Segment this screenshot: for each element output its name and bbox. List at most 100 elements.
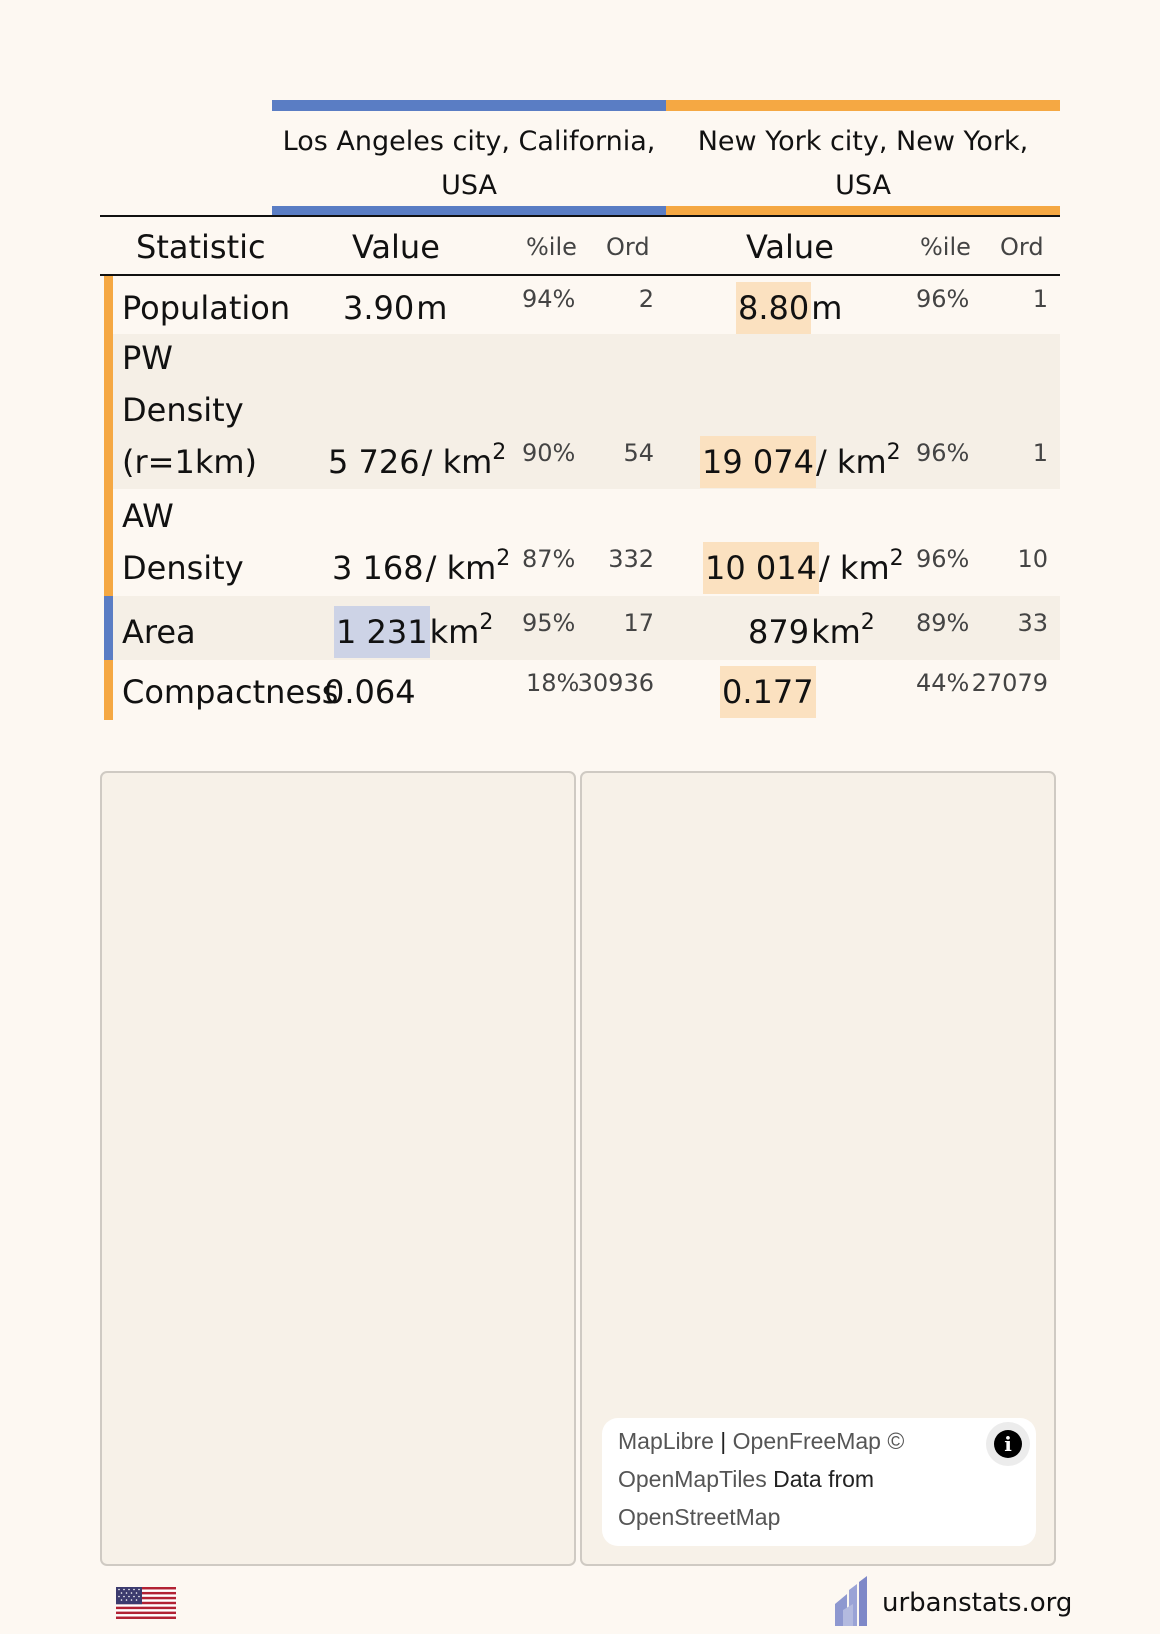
- value-unit-exponent: 2: [496, 546, 511, 571]
- ordinal-la-area[interactable]: 17: [590, 608, 654, 638]
- value-unit: / km: [425, 549, 497, 587]
- value-number: 19 074: [700, 436, 816, 488]
- ordinal-ny-pw-density[interactable]: 1: [984, 438, 1048, 468]
- col-header-value-la: Value: [352, 228, 440, 266]
- row-stripe-aw-density: [104, 489, 113, 596]
- value-la-area: 1 231km2: [334, 606, 493, 658]
- value-unit-exponent: 2: [860, 610, 875, 635]
- value-unit: / km: [421, 443, 493, 481]
- value-unit: m: [416, 289, 448, 327]
- value-unit: / km: [815, 443, 887, 481]
- map-attribution: MapLibre | OpenFreeMap © OpenMapTiles Da…: [602, 1418, 1036, 1546]
- percentile-ny-population: 96%: [916, 285, 970, 313]
- header-bottom-rule: [100, 274, 1060, 276]
- ordinal-ny-area[interactable]: 33: [984, 608, 1048, 638]
- value-la-compactness: 0.064: [322, 666, 418, 718]
- city-name-ny[interactable]: New York city, New York, USA: [666, 120, 1060, 208]
- ordinal-la-pw-density[interactable]: 54: [590, 438, 654, 468]
- attribution-copyright: ©: [880, 1428, 911, 1454]
- col-header-ordinal-la: Ord: [606, 233, 650, 261]
- value-number: 5 726: [328, 443, 420, 481]
- city-name-la-line2: USA: [441, 170, 497, 201]
- value-la-population: 3.90m: [341, 282, 447, 334]
- stat-label-line: PW: [122, 339, 173, 377]
- value-ny-population: 8.80m: [736, 282, 842, 334]
- ordinal-ny-population[interactable]: 1: [984, 284, 1048, 314]
- attribution-osm-link[interactable]: OpenStreetMap: [618, 1504, 780, 1530]
- row-stripe-compactness: [104, 660, 113, 720]
- col-header-statistic[interactable]: Statistic: [136, 226, 266, 268]
- percentile-la-aw-density: 87%: [522, 545, 576, 573]
- col-header-ordinal-ny: Ord: [1000, 233, 1044, 261]
- info-icon: i: [994, 1430, 1022, 1458]
- city-name-la[interactable]: Los Angeles city, California, USA: [272, 120, 666, 208]
- percentile-la-population: 94%: [522, 285, 576, 313]
- value-unit-exponent: 2: [492, 440, 507, 465]
- ordinal-la-aw-density[interactable]: 332: [590, 544, 654, 574]
- city-name-ny-line1: New York city, New York,: [697, 126, 1029, 157]
- percentile-ny-aw-density: 96%: [916, 545, 970, 573]
- col-header-value-ny: Value: [746, 228, 834, 266]
- value-number: 1 231: [334, 606, 430, 658]
- stat-label-line: (r=1km): [122, 443, 257, 481]
- value-unit: / km: [818, 549, 890, 587]
- value-number: 879: [748, 613, 810, 651]
- ordinal-ny-compactness[interactable]: 27079: [948, 668, 1048, 698]
- value-la-pw-density: 5 726/ km2: [326, 436, 506, 488]
- attribution-data-from: Data from: [766, 1466, 881, 1492]
- value-unit: m: [811, 289, 843, 327]
- value-unit-exponent: 2: [479, 610, 494, 635]
- site-name-link[interactable]: urbanstats.org: [882, 1586, 1072, 1620]
- stat-label-pw-density[interactable]: PW Density (r=1km): [122, 332, 257, 488]
- value-unit-exponent: 2: [889, 546, 904, 571]
- us-flag-icon[interactable]: [116, 1587, 176, 1619]
- attribution-line: MapLibre | OpenFreeMap ©: [618, 1422, 1020, 1460]
- percentile-la-area: 95%: [522, 609, 576, 637]
- value-ny-compactness: 0.177: [720, 666, 816, 718]
- stat-label-compactness[interactable]: Compactness: [122, 666, 338, 718]
- attribution-openfreemap-link[interactable]: OpenFreeMap: [733, 1428, 881, 1454]
- percentile-ny-pw-density: 96%: [916, 439, 970, 467]
- stat-label-line: AW: [122, 497, 174, 535]
- value-ny-pw-density: 19 074/ km2: [700, 436, 901, 488]
- value-number: 3.90: [343, 289, 415, 327]
- row-stripe-area: [104, 596, 113, 660]
- value-number: 0.064: [324, 673, 416, 711]
- col-header-percentile-la: %ile: [526, 233, 577, 261]
- percentile-ny-area: 89%: [916, 609, 970, 637]
- value-unit-exponent: 2: [886, 440, 901, 465]
- header-top-rule: [100, 215, 1060, 217]
- stat-label-line: Density: [122, 391, 244, 429]
- urbanstats-logo-icon[interactable]: [833, 1574, 871, 1626]
- value-ny-area: 879km2: [746, 606, 875, 658]
- attribution-info-button[interactable]: i: [986, 1422, 1030, 1466]
- attribution-line: OpenMapTiles Data from: [618, 1460, 1020, 1498]
- value-number: 3 168: [332, 549, 424, 587]
- value-unit: km: [811, 613, 861, 651]
- value-number: 0.177: [720, 666, 816, 718]
- stat-label-line: Density: [122, 549, 244, 587]
- stat-label-area[interactable]: Area: [122, 606, 196, 658]
- value-number: 10 014: [703, 542, 819, 594]
- ordinal-la-compactness[interactable]: 30936: [560, 668, 654, 698]
- city-bar-top-la: [272, 100, 666, 111]
- attribution-line: OpenStreetMap: [618, 1498, 1020, 1536]
- attribution-openmaptiles-link[interactable]: OpenMapTiles: [618, 1466, 767, 1492]
- map-panel-la[interactable]: [100, 771, 576, 1566]
- attribution-separator: |: [713, 1428, 733, 1454]
- city-name-la-line1: Los Angeles city, California,: [282, 126, 656, 157]
- city-name-ny-line2: USA: [835, 170, 891, 201]
- stat-label-population[interactable]: Population: [122, 282, 290, 334]
- value-la-aw-density: 3 168/ km2: [330, 542, 510, 594]
- ordinal-ny-aw-density[interactable]: 10: [984, 544, 1048, 574]
- attribution-maplibre-link[interactable]: MapLibre: [618, 1428, 714, 1454]
- percentile-la-pw-density: 90%: [522, 439, 576, 467]
- stat-label-aw-density[interactable]: AW Density: [122, 490, 244, 594]
- value-number: 8.80: [736, 282, 812, 334]
- ordinal-la-population[interactable]: 2: [590, 284, 654, 314]
- city-bar-top-ny: [666, 100, 1060, 111]
- row-stripe-pw-density: [104, 334, 113, 489]
- value-unit: km: [429, 613, 480, 651]
- row-stripe-population: [104, 276, 113, 334]
- col-header-percentile-ny: %ile: [920, 233, 971, 261]
